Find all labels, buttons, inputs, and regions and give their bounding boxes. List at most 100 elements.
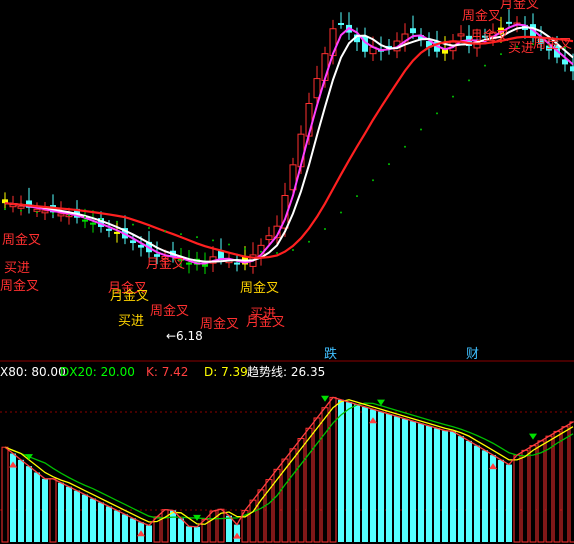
sell-arrow-icon	[529, 433, 537, 440]
signal-label: 周金叉	[462, 8, 501, 24]
candle-body	[33, 208, 41, 212]
candle-body	[570, 66, 574, 72]
dotted-trend-marker	[484, 64, 486, 67]
signal-label: 月金叉	[146, 256, 185, 272]
candle-body	[186, 262, 192, 265]
indicator-bar	[18, 459, 24, 542]
period-tag: 财	[466, 347, 479, 362]
dotted-trend-marker	[324, 228, 326, 231]
indicator-bar	[426, 425, 432, 542]
indicator-bar	[394, 416, 400, 542]
indicator-bar	[98, 502, 104, 542]
dotted-trend-marker	[20, 209, 22, 212]
dotted-trend-marker	[500, 53, 502, 56]
indicator-bar	[194, 526, 200, 542]
period-tag: 跌	[324, 346, 337, 362]
dotted-trend-marker	[68, 214, 70, 217]
indicator-bar	[442, 430, 448, 542]
indicator-bar	[378, 411, 384, 542]
indicator-bar	[297, 438, 305, 543]
indicator-bar	[130, 518, 136, 542]
dotted-trend-marker	[148, 226, 150, 229]
indicator-header-item: X80: 80.00	[0, 365, 66, 379]
dotted-trend-marker	[468, 79, 470, 82]
dotted-trend-marker	[276, 251, 278, 254]
indicator-bar	[354, 404, 360, 542]
indicator-bar	[66, 486, 72, 542]
indicator-bar	[122, 514, 128, 542]
indicator-bar	[545, 435, 553, 543]
indicator-bar	[313, 417, 321, 543]
candle-body	[17, 205, 25, 209]
candle-body	[57, 213, 65, 217]
dotted-trend-marker	[132, 223, 134, 226]
indicator-header-item: K: 7.42	[146, 365, 188, 379]
indicator-bar	[170, 510, 176, 542]
dotted-trend-marker	[100, 218, 102, 221]
indicator-bar	[305, 427, 313, 543]
indicator-header-item: D: 7.39	[204, 365, 248, 379]
indicator-bar	[74, 490, 80, 542]
dotted-trend-marker	[196, 236, 198, 239]
indicator-bar	[537, 440, 545, 543]
dotted-trend-marker	[84, 216, 86, 219]
dotted-trend-marker	[292, 248, 294, 251]
indicator-bar	[482, 450, 488, 542]
indicator-bar	[82, 494, 88, 542]
indicator-bar	[90, 498, 96, 542]
indicator-bar	[249, 499, 257, 543]
indicator-bar	[434, 428, 440, 542]
signal-label: 买进	[4, 261, 30, 276]
indicator-bar	[114, 510, 120, 542]
indicator-bar	[161, 509, 169, 543]
signal-label: 周金叉	[0, 278, 39, 294]
indicator-bar	[321, 407, 329, 543]
signal-label: 买进	[118, 314, 144, 329]
white-moving-average	[4, 26, 574, 263]
indicator-bar	[569, 421, 574, 543]
candle-body	[82, 219, 88, 222]
candle-body	[41, 210, 49, 214]
indicator-bar	[418, 423, 424, 542]
dotted-trend-marker	[116, 220, 118, 223]
dotted-trend-marker	[36, 211, 38, 214]
dotted-trend-marker	[260, 250, 262, 253]
indicator-bar	[386, 414, 392, 542]
indicator-bar	[329, 396, 337, 543]
indicator-bar	[49, 478, 57, 543]
indicator-bar	[529, 445, 537, 543]
price-tag: ←6.18	[166, 329, 203, 343]
dotted-trend-marker	[372, 179, 374, 182]
indicator-bar	[402, 418, 408, 542]
dotted-trend-marker	[452, 95, 454, 98]
indicator-bar	[362, 406, 368, 542]
indicator-bar	[26, 466, 32, 542]
dotted-trend-marker	[404, 145, 406, 148]
signal-label: 周金叉	[150, 303, 189, 319]
indicator-bar	[186, 526, 192, 542]
dotted-trend-marker	[356, 195, 358, 198]
indicator-header-item: 趋势线: 26.35	[247, 365, 325, 379]
indicator-bar	[513, 454, 521, 543]
dotted-trend-marker	[308, 240, 310, 243]
indicator-bar	[34, 472, 40, 542]
indicator-bar	[474, 445, 480, 542]
indicator-header: X80: 80.00DX20: 20.00 K: 7.42 D: 7.39 趋势线: …	[0, 365, 325, 379]
stock-chart: 周金叉买进周金叉 月金叉月金叉月金叉周金叉买进 周金叉周金叉月金叉买进周金叉月金叉月…	[0, 0, 574, 543]
dotted-trend-marker	[52, 212, 54, 215]
signal-label: 周金叉	[533, 36, 572, 52]
indicator-bar	[178, 518, 184, 542]
signal-label: 买进	[250, 307, 276, 322]
indicator-bar	[370, 409, 376, 542]
indicator-bar	[1, 446, 9, 543]
candle-body	[234, 262, 240, 265]
signal-label: 月金叉	[500, 0, 539, 12]
indicator-bar	[458, 436, 464, 542]
indicator-panel	[1, 395, 574, 543]
sell-arrow-icon	[321, 395, 329, 402]
indicator-bar	[42, 478, 48, 542]
magenta-moving-average	[4, 23, 574, 265]
candle-body	[338, 23, 344, 25]
dotted-trend-marker	[4, 208, 6, 211]
dotted-trend-marker	[212, 239, 214, 242]
